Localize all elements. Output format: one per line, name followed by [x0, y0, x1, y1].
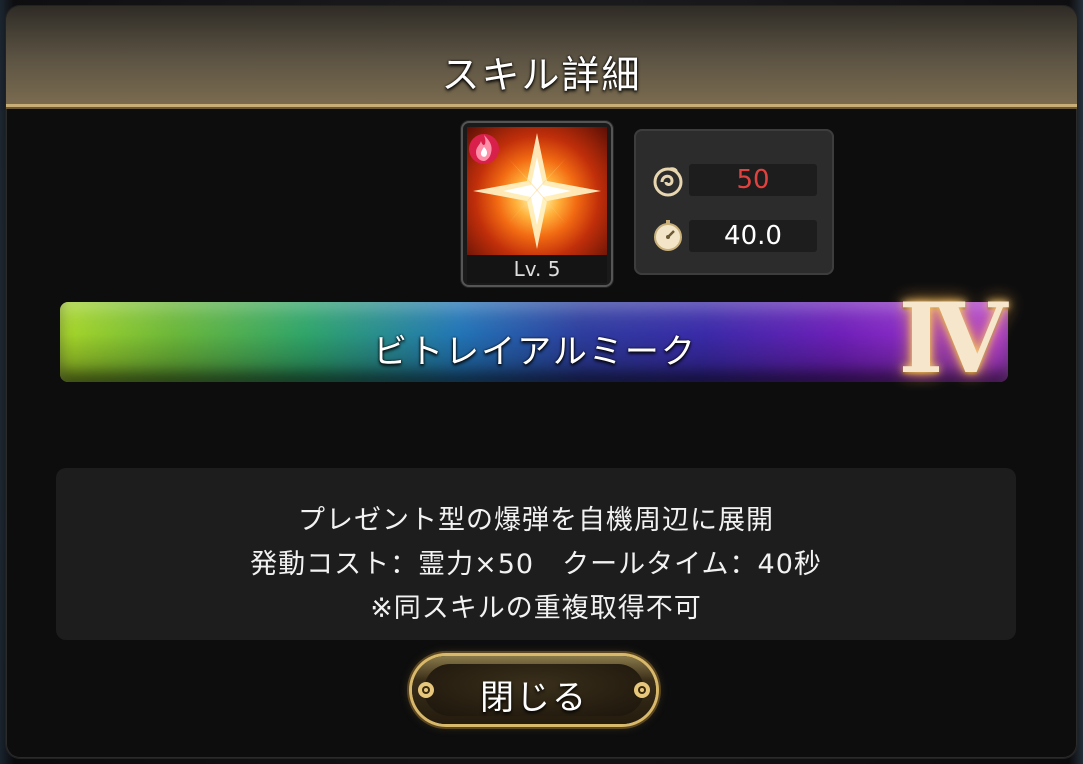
dialog-title: スキル詳細	[441, 53, 642, 97]
skill-description-box: プレゼント型の爆弾を自機周辺に展開 発動コスト：霊力×50 クールタイム：40秒…	[56, 468, 1016, 640]
description-line-2: 発動コスト：霊力×50 クールタイム：40秒	[250, 549, 822, 580]
fire-element-icon	[469, 134, 499, 164]
skill-name: ビトレイアルミーク	[373, 332, 697, 372]
close-button-label: 閉じる	[480, 678, 588, 718]
dialog-header: スキル詳細	[6, 6, 1077, 107]
stopwatch-icon	[654, 220, 682, 251]
skill-name-banner: ビトレイアルミーク	[60, 302, 1008, 382]
skill-cost-value: 50	[689, 164, 817, 196]
skill-level-label: Lv. 5	[467, 255, 607, 283]
skill-icon-frame: Lv. 5	[463, 123, 611, 285]
skill-cooldown-value: 40.0	[689, 220, 817, 252]
skill-rank-numeral: Ⅳ	[898, 282, 1008, 395]
close-button[interactable]: 閉じる	[412, 656, 656, 724]
description-line-1: プレゼント型の爆弾を自機周辺に展開	[298, 505, 774, 536]
description-line-3: ※同スキルの重複取得不可	[370, 593, 702, 624]
skill-stats-panel: 50 40.0	[634, 129, 834, 275]
spirit-power-icon	[653, 167, 683, 197]
